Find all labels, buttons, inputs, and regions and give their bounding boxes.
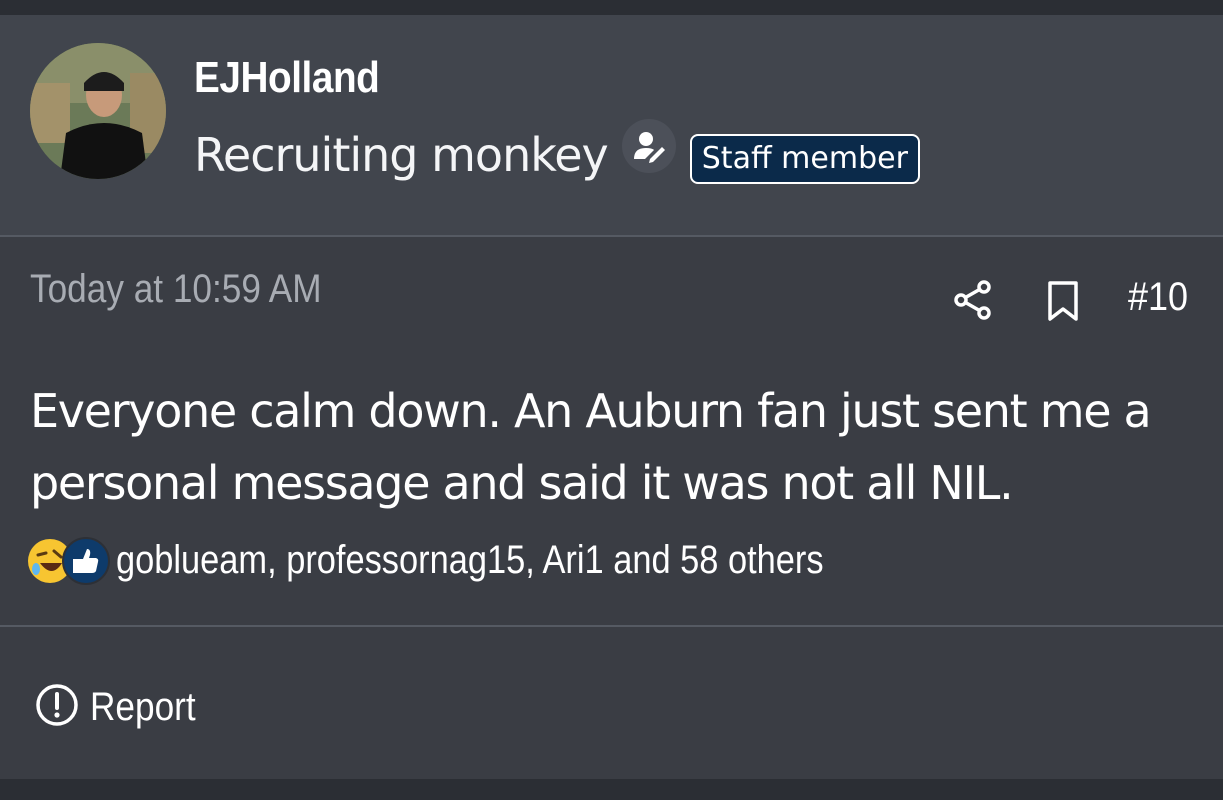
reactions-bar[interactable]: goblueam, professornag15, Ari1 and 58 ot…: [28, 530, 939, 590]
post-date[interactable]: Today at 10:59 AM: [30, 267, 322, 312]
post-message: Everyone calm down. An Auburn fan just s…: [30, 384, 1152, 510]
user-block: EJHolland Recruiting monkey Staff member: [0, 15, 1223, 237]
alert-circle-icon: [34, 682, 80, 733]
forum-post: EJHolland Recruiting monkey Staff member…: [0, 15, 1223, 779]
post-footer: Report: [0, 625, 1223, 779]
report-button[interactable]: Report: [34, 679, 210, 735]
reaction-users[interactable]: goblueam, professornag15, Ari1 and 58 ot…: [116, 538, 824, 583]
bookmark-icon[interactable]: [1044, 279, 1082, 328]
report-label: Report: [90, 684, 196, 729]
username[interactable]: EJHolland: [194, 53, 380, 103]
staff-badge: Staff member: [689, 134, 920, 184]
post-meta: Today at 10:59 AM #10: [0, 265, 1223, 325]
post-number-link[interactable]: #10: [1128, 275, 1188, 320]
thumbs-up-icon: [62, 537, 110, 585]
user-title-row: Recruiting monkey Staff member: [194, 119, 920, 190]
reaction-icons: [28, 535, 112, 585]
avatar[interactable]: [30, 43, 166, 179]
user-edit-icon: [621, 119, 676, 173]
share-icon[interactable]: [952, 279, 994, 326]
user-title: Recruiting monkey: [194, 128, 609, 182]
